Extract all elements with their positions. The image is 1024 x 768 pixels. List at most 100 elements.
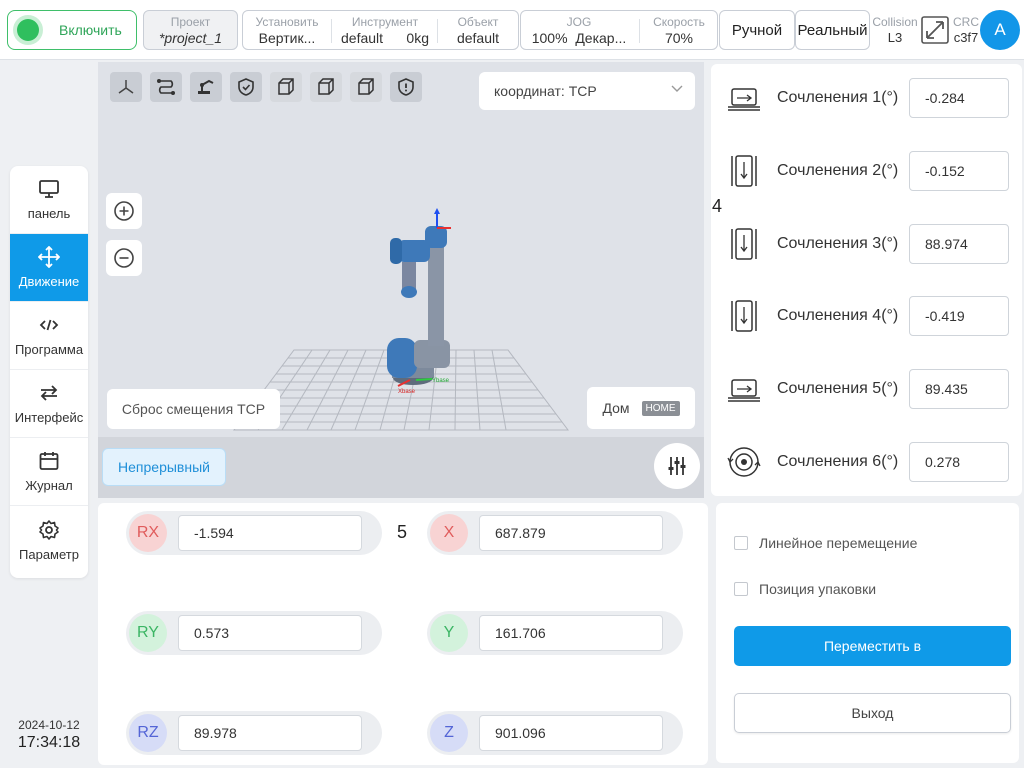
joint-row-5: Сочленения 5(°) 89.435 [711, 366, 1022, 412]
move-panel: Линейное перемещение Позиция упаковки Пе… [716, 503, 1019, 763]
robot-arm-icon [198, 79, 214, 94]
sidebar-item-label: Журнал [25, 478, 73, 493]
install-cell[interactable]: Установить Вертик... [245, 11, 329, 49]
joint-wrist3-icon [727, 447, 761, 477]
jog-label: JOG [566, 15, 592, 29]
joint-5-value-field[interactable]: 89.435 [909, 369, 1009, 409]
install-value: Вертик... [258, 30, 316, 46]
joint-4-value-field[interactable]: -0.419 [909, 296, 1009, 336]
clock-date: 2024-10-12 [18, 718, 80, 732]
sidebar-item-parameters[interactable]: Параметр [10, 506, 88, 574]
view-robot-button[interactable] [190, 72, 222, 102]
y-base-axis-label: Ybase [432, 378, 450, 384]
view-shield-alert-button[interactable] [390, 72, 422, 102]
view-cube-top-button[interactable] [310, 72, 342, 102]
move-arrows-icon [38, 246, 60, 268]
jog-cell[interactable]: JOG 100% Декар... [525, 11, 633, 49]
sidebar-item-interface[interactable]: Интерфейс [10, 370, 88, 438]
shield-check-icon [238, 78, 254, 96]
view-axes-button[interactable] [110, 72, 142, 102]
tool-weight: 0kg [406, 30, 429, 46]
sidebar-item-label: Программа [14, 342, 84, 357]
sidebar-item-program[interactable]: Программа [10, 302, 88, 370]
y-value-field[interactable]: 161.706 [479, 615, 663, 651]
view-shield-check-button[interactable] [230, 72, 262, 102]
collision-label: Collision [872, 15, 918, 29]
x-value-field[interactable]: 687.879 [479, 515, 663, 551]
power-on-label: Включить [59, 22, 122, 38]
project-indicator[interactable]: Проект *project_1 [143, 10, 238, 50]
move-to-button[interactable]: Переместить в [734, 626, 1011, 666]
zoom-in-button[interactable] [106, 193, 142, 229]
joint-2-value-field[interactable]: -0.152 [909, 151, 1009, 191]
exit-button[interactable]: Выход [734, 693, 1011, 733]
divider [437, 19, 438, 43]
rz-value-field[interactable]: 89.978 [178, 715, 362, 751]
view-toolbar [110, 72, 430, 102]
calendar-icon [38, 450, 60, 472]
expand-icon[interactable] [921, 16, 949, 44]
cube-icon [318, 78, 334, 95]
checkbox-box[interactable] [734, 536, 748, 550]
cart-row-rz: RZ 89.978 [126, 711, 382, 755]
settings-sliders-button[interactable] [654, 443, 700, 489]
divider [331, 19, 332, 43]
view-cube-side-button[interactable] [350, 72, 382, 102]
view-path-button[interactable] [150, 72, 182, 102]
z-value-field[interactable]: 901.096 [479, 715, 663, 751]
joint-6-value-field[interactable]: 0.278 [909, 442, 1009, 482]
zoom-out-icon [114, 248, 134, 268]
tool-cell[interactable]: Инструмент default 0kg [335, 11, 435, 49]
clock: 2024-10-12 17:34:18 [8, 718, 90, 752]
home-button[interactable]: Дом HOME [587, 387, 695, 429]
continuous-mode-button[interactable]: Непрерывный [102, 448, 226, 486]
linear-move-checkbox[interactable]: Линейное перемещение [734, 535, 917, 551]
joint-shoulder-icon [731, 155, 757, 187]
sliders-icon [668, 457, 686, 475]
robot-3d-viewport[interactable]: Xbase Ybase координат: TCP Сброс смещени… [98, 62, 704, 498]
jog-value: 100% Декар... [525, 30, 633, 46]
annotation-marker-5: 5 [397, 522, 408, 542]
joint-wrist2-icon [728, 379, 760, 402]
install-label: Установить [255, 15, 319, 29]
crc-status: CRC c3f7 [950, 14, 982, 46]
speed-value: 70% [664, 30, 694, 46]
code-icon [38, 314, 60, 336]
rx-value-field[interactable]: -1.594 [178, 515, 362, 551]
tool-name: default [341, 30, 384, 46]
user-avatar[interactable]: A [980, 10, 1020, 50]
speed-cell[interactable]: Скорость 70% [643, 11, 715, 49]
zoom-out-button[interactable] [106, 240, 142, 276]
cart-row-rx: RX -1.594 [126, 511, 382, 555]
coordinate-select[interactable]: координат: TCP [479, 72, 695, 110]
sidebar-item-dashboard[interactable]: панель [10, 166, 88, 234]
reset-tcp-offset-button[interactable]: Сброс смещения TCP [107, 389, 280, 429]
joint-label: Сочленения 1(°) [777, 89, 899, 106]
object-cell[interactable]: Объект default [439, 11, 517, 49]
joint-elbow-icon [731, 228, 757, 260]
checkbox-box[interactable] [734, 582, 748, 596]
collision-status[interactable]: Collision L3 [871, 14, 919, 46]
cube-icon [358, 78, 374, 95]
ry-value-field[interactable]: 0.573 [178, 615, 362, 651]
view-cube-front-button[interactable] [270, 72, 302, 102]
real-mode-button[interactable]: Реальный [795, 10, 870, 50]
sidebar-item-motion[interactable]: Движение [10, 234, 88, 302]
project-value: *project_1 [158, 30, 223, 46]
power-on-button[interactable]: Включить [7, 10, 137, 50]
joint-row-1: Сочленения 1(°) -0.284 [711, 75, 1022, 121]
joint-wrist1-icon [731, 300, 757, 332]
tool-label: Инструмент [351, 15, 419, 29]
sidebar-item-label: панель [27, 206, 71, 221]
joint-label: Сочленения 3(°) [777, 235, 899, 252]
linear-move-label: Линейное перемещение [759, 535, 918, 551]
sidebar-item-journal[interactable]: Журнал [10, 438, 88, 506]
joint-3-value-field[interactable]: 88.974 [909, 224, 1009, 264]
home-label: Дом [602, 400, 630, 416]
y-badge: Y [430, 614, 468, 652]
joint-1-value-field[interactable]: -0.284 [909, 78, 1009, 118]
pack-position-checkbox[interactable]: Позиция упаковки [734, 581, 876, 597]
manual-mode-button[interactable]: Ручной [719, 10, 795, 50]
zoom-in-icon [114, 201, 134, 221]
crc-label: CRC [953, 15, 979, 29]
